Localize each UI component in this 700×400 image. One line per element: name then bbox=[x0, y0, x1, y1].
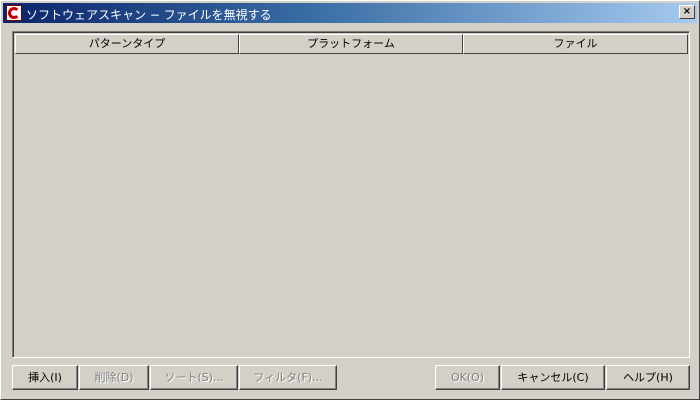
sort-button[interactable]: ソート(S)... bbox=[150, 365, 238, 390]
column-header-platform[interactable]: プラットフォーム bbox=[239, 34, 463, 54]
delete-button[interactable]: 削除(D) bbox=[79, 365, 149, 390]
filter-button[interactable]: フィルタ(F)... bbox=[239, 365, 337, 390]
close-button[interactable]: × bbox=[679, 5, 695, 19]
cancel-button[interactable]: キャンセル(C) bbox=[501, 365, 605, 390]
ignore-files-table[interactable]: パターンタイプ プラットフォーム ファイル bbox=[12, 31, 690, 358]
ok-button[interactable]: OK(O) bbox=[435, 365, 500, 390]
app-logo-icon bbox=[6, 5, 22, 21]
dialog-window: ソフトウェアスキャン − ファイルを無視する × パターンタイプ プラットフォー… bbox=[0, 0, 700, 400]
table-body[interactable]: パターンタイプ プラットフォーム ファイル bbox=[13, 32, 689, 357]
column-header-file[interactable]: ファイル bbox=[463, 34, 688, 54]
window-title: ソフトウェアスキャン − ファイルを無視する bbox=[26, 8, 272, 22]
insert-button[interactable]: 挿入(I) bbox=[12, 365, 78, 390]
help-button[interactable]: ヘルプ(H) bbox=[606, 365, 690, 390]
title-bar[interactable]: ソフトウェアスキャン − ファイルを無視する × bbox=[3, 3, 697, 23]
column-header-pattern-type[interactable]: パターンタイプ bbox=[15, 34, 239, 54]
